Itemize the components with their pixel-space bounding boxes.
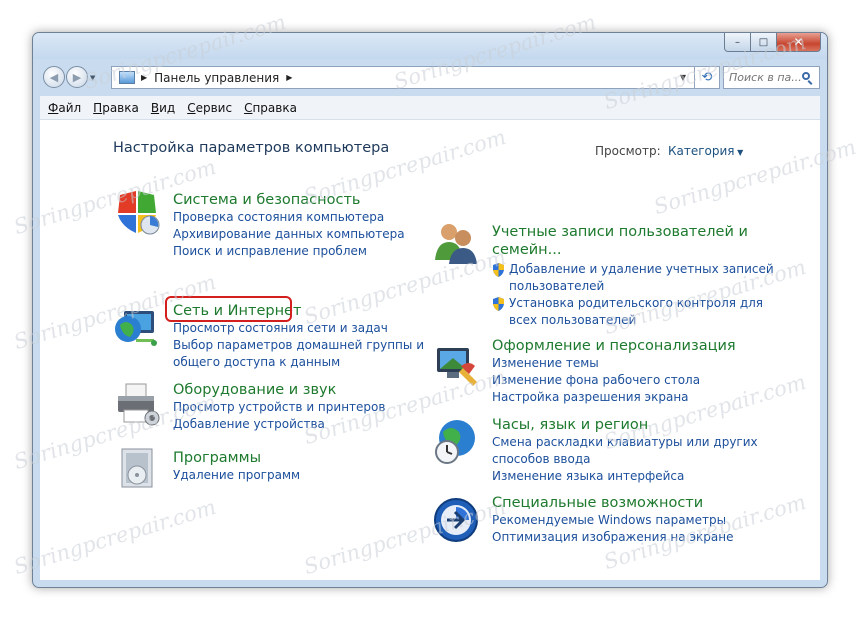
menu-bar: Файл Правка Вид Сервис Справка [40,96,820,120]
category-title-cont[interactable]: семейн... [492,241,774,259]
clock-globe-icon [435,420,475,464]
category-appearance: Оформление и персонализация Изменение те… [492,337,736,406]
link-uninstall[interactable]: Удаление программ [173,467,300,484]
network-globe-icon [115,311,157,346]
category-programs: Программы Удаление программ [173,449,300,484]
control-panel-window: – □ ✕ ◀ ▶ ▼ ▶ Панель управления ▶ ▼ ⟲ Фа… [32,32,828,588]
navigation-bar: ◀ ▶ ▼ ▶ Панель управления ▶ ▼ ⟲ [33,59,827,91]
link-homegroup[interactable]: Выбор параметров домашней группы и [173,337,424,354]
address-dropdown-icon[interactable]: ▼ [680,73,686,82]
menu-help[interactable]: Справка [244,101,297,115]
category-title[interactable]: Программы [173,449,300,467]
maximize-button[interactable]: □ [751,33,777,52]
close-button[interactable]: ✕ [777,33,821,52]
category-title[interactable]: Оформление и персонализация [492,337,736,355]
category-title[interactable]: Система и безопасность [173,191,405,209]
back-button[interactable]: ◀ [43,66,65,88]
link-display-language[interactable]: Изменение языка интерфейса [492,468,758,485]
link-keyboard-layout-cont[interactable]: способов ввода [492,451,758,468]
users-icon [435,224,477,264]
menu-view[interactable]: Вид [151,101,175,115]
address-bar[interactable]: ▶ Панель управления ▶ ▼ [111,66,695,89]
category-accessibility: Специальные возможности Рекомендуемые Wi… [492,494,733,546]
view-label: Просмотр: [595,144,661,158]
link-devices-printers[interactable]: Просмотр устройств и принтеров [173,399,385,416]
minimize-button[interactable]: – [724,33,751,52]
menu-file[interactable]: Файл [48,101,81,115]
shield-icon [118,191,160,235]
category-user-accounts: Учетные записи пользователей и семейн...… [492,223,774,329]
link-troubleshoot[interactable]: Поиск и исправление проблем [173,243,405,260]
back-arrow-icon: ◀ [49,70,59,84]
highlight-annotation [165,296,292,322]
breadcrumb-separator-icon[interactable]: ▶ [286,73,292,82]
uac-shield-icon [493,297,504,311]
link-add-remove-accounts[interactable]: Добавление и удаление учетных записей [492,261,774,278]
link-optimize-display[interactable]: Оптимизация изображения на экране [492,529,733,546]
link-add-remove-accounts-cont[interactable]: пользователей [492,278,774,295]
category-title[interactable]: Часы, язык и регион [492,416,758,434]
category-clock-region: Часы, язык и регион Смена раскладки клав… [492,416,758,485]
link-network-status[interactable]: Просмотр состояния сети и задач [173,320,424,337]
link-add-device[interactable]: Добавление устройства [173,416,385,433]
link-keyboard-layout[interactable]: Смена раскладки клавиатуры или других [492,434,758,451]
refresh-icon: ⟲ [701,70,713,85]
control-panel-icon [119,71,135,84]
link-desktop-background[interactable]: Изменение фона рабочего стола [492,372,736,389]
link-recommended-settings[interactable]: Рекомендуемые Windows параметры [492,512,733,529]
category-title[interactable]: Учетные записи пользователей и [492,223,774,241]
window-controls: – □ ✕ [724,33,821,52]
link-homegroup-cont[interactable]: общего доступа к данным [173,354,424,371]
page-title: Настройка параметров компьютера [113,140,390,156]
forward-arrow-icon: ▶ [72,70,82,84]
programs-icon [121,448,153,488]
appearance-icon [437,348,477,386]
menu-tools[interactable]: Сервис [187,101,232,115]
category-hardware-sound: Оборудование и звук Просмотр устройств и… [173,381,385,433]
printer-icon [118,383,160,426]
link-parental-controls[interactable]: Установка родительского контроля для [492,295,774,312]
menu-edit[interactable]: Правка [93,101,139,115]
search-icon[interactable] [802,72,810,80]
link-change-theme[interactable]: Изменение темы [492,355,736,372]
control-panel-content: Настройка параметров компьютера Просмотр… [40,120,820,580]
forward-button[interactable]: ▶ [66,66,88,88]
link-backup[interactable]: Архивирование данных компьютера [173,226,405,243]
refresh-button[interactable]: ⟲ [695,66,720,89]
breadcrumb-separator-icon[interactable]: ▶ [141,73,147,82]
breadcrumb-control-panel[interactable]: Панель управления [154,71,279,85]
uac-shield-icon [493,263,504,277]
accessibility-icon [434,498,478,542]
category-title[interactable]: Специальные возможности [492,494,733,512]
title-bar: – □ ✕ [33,33,827,59]
recent-pages-dropdown[interactable]: ▼ [90,74,95,82]
view-mode-dropdown[interactable]: Категория [668,144,743,158]
link-check-status[interactable]: Проверка состояния компьютера [173,209,405,226]
link-parental-controls-cont[interactable]: всех пользователей [492,312,774,329]
link-screen-resolution[interactable]: Настройка разрешения экрана [492,389,736,406]
category-system-security: Система и безопасность Проверка состояни… [173,191,405,260]
category-title[interactable]: Оборудование и звук [173,381,385,399]
